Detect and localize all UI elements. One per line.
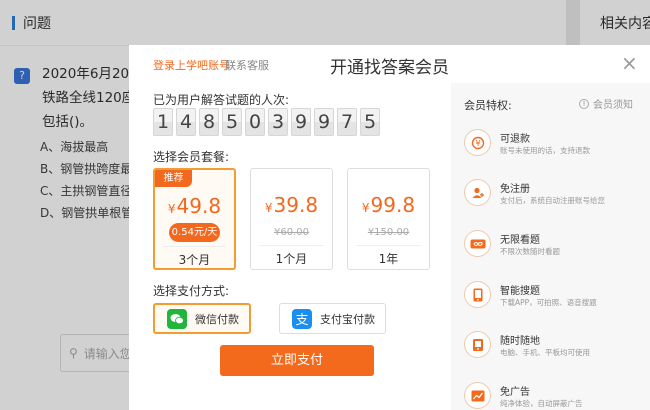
modal-header: 登录上学吧账号 联系客服 开通找答案会员 × [129,45,650,83]
plan-list: 推荐 ¥49.8 0.54元/天 3个月 ¥39.8 ¥60.00 1个月 ¥9… [153,168,430,270]
daily-price-badge: 0.54元/天 [169,223,220,242]
close-icon[interactable]: × [621,53,638,73]
wechat-icon [167,308,187,329]
counter-digit: 5 [360,108,380,136]
counter-digit: 4 [176,108,196,136]
feature-unlimited: 无限看题 不限次数随时看题 [464,230,644,264]
counter-digit: 7 [337,108,357,136]
plans-label: 选择会员套餐: [153,150,230,164]
divider [259,245,324,246]
counter-digit: 0 [245,108,265,136]
svg-text:¥: ¥ [475,139,480,148]
original-price: ¥60.00 [274,227,309,238]
divider [356,245,421,246]
wechat-pay-option[interactable]: 微信付款 [153,303,251,334]
feature-name: 无限看题 [500,235,540,246]
plan-duration: 1个月 [275,252,308,266]
feature-name: 免广告 [500,387,530,398]
payment-label: 选择支付方式: [153,284,230,298]
devices-icon [464,331,491,358]
plan-price: ¥99.8 [348,193,429,217]
feature-desc: 电脑、手机、平板均可使用 [500,348,590,357]
payment-methods: 微信付款 支 支付宝付款 [153,303,414,334]
answer-counter: 1 4 8 5 0 3 9 9 7 5 [153,108,383,136]
pay-now-button[interactable]: 立即支付 [220,345,374,376]
price-value: 39.8 [273,193,319,217]
alipay-option[interactable]: 支 支付宝付款 [279,303,386,334]
original-price: ¥150.00 [367,227,410,238]
feature-name: 智能搜题 [500,286,540,297]
feature-no-register: 免注册 支付后，系统自动注册账号给您 [464,179,644,213]
counter-digit: 9 [314,108,334,136]
plan-card-3-months[interactable]: 推荐 ¥49.8 0.54元/天 3个月 [153,168,236,270]
payment-label-text: 支付宝付款 [320,312,375,326]
privileges-panel: 会员特权: ! 会员须知 ¥ 可退款 账号未使用的话，支持退款 免注册 支付后，… [451,83,650,410]
privileges-title: 会员特权: [464,99,512,112]
membership-modal: 登录上学吧账号 联系客服 开通找答案会员 × 已为用户解答试题的人次: 1 4 … [129,45,650,410]
divider [163,246,226,247]
currency-symbol: ¥ [167,202,176,216]
plan-price: ¥49.8 [155,194,234,218]
info-icon: ! [579,98,589,109]
feature-desc: 纯净体验，自动屏蔽广告 [500,399,583,408]
phone-icon [464,281,491,308]
feature-desc: 支付后，系统自动注册账号给您 [500,196,605,205]
price-value: 99.8 [370,193,416,217]
feature-name: 免注册 [500,184,530,195]
payment-label-text: 微信付款 [195,312,239,326]
refund-icon: ¥ [464,129,491,156]
member-notice-link[interactable]: ! 会员须知 [579,96,633,111]
purchase-section: 已为用户解答试题的人次: 1 4 8 5 0 3 9 9 7 5 选择会员套餐:… [129,83,451,410]
plan-duration: 3个月 [178,253,211,267]
currency-symbol: ¥ [264,201,273,215]
feature-anywhere: 随时随地 电脑、手机、平板均可使用 [464,331,644,365]
infinity-icon [464,230,491,257]
modal-title: 开通找答案会员 [330,58,449,78]
feature-desc: 不限次数随时看题 [500,247,560,256]
counter-digit: 3 [268,108,288,136]
feature-no-ads: 免广告 纯净体验，自动屏蔽广告 [464,382,644,410]
plan-card-1-month[interactable]: ¥39.8 ¥60.00 1个月 [250,168,333,270]
plan-card-1-year[interactable]: ¥99.8 ¥150.00 1年 [347,168,430,270]
feature-name: 可退款 [500,134,530,145]
plan-duration: 1年 [378,252,399,266]
feature-smart-search: 智能搜题 下载APP，可拍照、语音搜题 [464,281,644,315]
counter-digit: 9 [291,108,311,136]
counter-digit: 1 [153,108,173,136]
counter-digit: 5 [222,108,242,136]
user-add-icon [464,179,491,206]
counter-label: 已为用户解答试题的人次: [153,93,290,107]
currency-symbol: ¥ [361,201,370,215]
plan-price: ¥39.8 [251,193,332,217]
member-notice-text: 会员须知 [593,100,633,111]
feature-name: 随时随地 [500,336,540,347]
feature-refund: ¥ 可退款 账号未使用的话，支持退款 [464,129,644,163]
feature-desc: 账号未使用的话，支持退款 [500,146,590,155]
price-value: 49.8 [176,194,222,218]
no-ads-icon [464,382,491,409]
counter-digit: 8 [199,108,219,136]
feature-desc: 下载APP，可拍照、语音搜题 [500,298,597,307]
recommended-badge: 推荐 [155,170,192,187]
alipay-icon: 支 [292,308,312,329]
